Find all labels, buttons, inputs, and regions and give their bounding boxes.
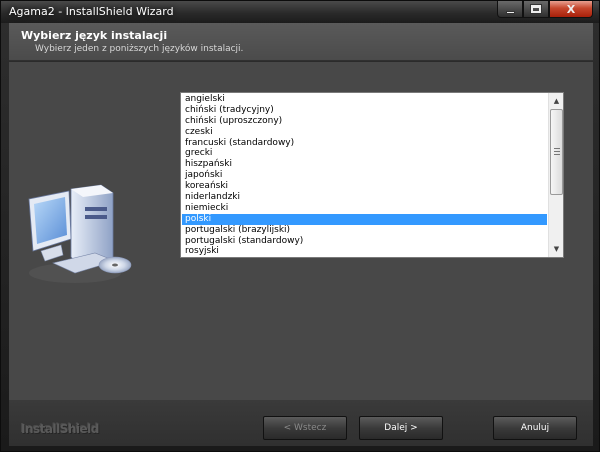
close-icon: X [566,2,576,16]
grip-line [554,151,560,152]
wizard-footer: InstallShield < Wstecz Dalej > Anuluj [9,400,593,446]
language-option[interactable]: angielski [182,94,547,105]
language-list: angielski chiński (tradycyjny) chiński (up… [182,94,547,257]
minimize-button[interactable] [497,1,523,18]
close-button[interactable]: X [549,1,593,18]
language-option[interactable]: francuski (standardowy) [182,138,547,149]
back-button[interactable]: < Wstecz [263,416,347,440]
scroll-down-button[interactable]: ▼ [550,242,563,256]
language-option[interactable]: chiński (tradycyjny) [182,105,547,116]
language-option[interactable]: hiszpański [182,159,547,170]
language-option[interactable]: portugalski (standardowy) [182,236,547,247]
grip-line [554,154,560,155]
maximize-button[interactable] [523,1,549,18]
cancel-button[interactable]: Anuluj [493,416,577,440]
computer-cd-illustration-icon [28,184,132,283]
arrow-up-icon: ▲ [553,97,560,105]
title-bar[interactable]: Agama2 - InstallShield Wizard X [1,1,599,23]
scroll-up-button[interactable]: ▲ [550,94,563,108]
language-option[interactable]: portugalski (brazylijski) [182,225,547,236]
window-title: Agama2 - InstallShield Wizard [9,5,174,18]
next-button[interactable]: Dalej > [359,416,443,440]
page-title: Wybierz język instalacji [21,29,168,42]
language-option[interactable]: japoński [182,170,547,181]
language-option[interactable]: polski [182,213,547,225]
language-option[interactable]: koreański [182,181,547,192]
list-scrollbar[interactable]: ▲ ▼ [548,93,563,257]
language-option[interactable]: chiński (uproszczony) [182,116,547,127]
language-option[interactable]: niemiecki [182,203,547,214]
wizard-header: Wybierz język instalacji Wybierz jeden z… [9,23,593,61]
grip-line [554,148,560,149]
language-option[interactable]: niderlandzki [182,192,547,203]
window-controls: X [497,1,593,19]
minimize-icon [505,10,515,14]
scrollbar-thumb[interactable] [550,109,563,195]
page-subtitle: Wybierz jeden z poniższych języków insta… [35,44,244,54]
language-option[interactable]: grecki [182,148,547,159]
language-listbox[interactable]: angielski chiński (tradycyjny) chiński (up… [180,92,564,258]
language-option[interactable]: czeski [182,127,547,138]
arrow-down-icon: ▼ [553,245,560,253]
installshield-logo: InstallShield [21,422,99,436]
installer-window: Agama2 - InstallShield Wizard X Wybierz … [0,0,600,452]
maximize-icon [530,4,542,14]
language-option[interactable]: rosyjski [182,246,547,257]
